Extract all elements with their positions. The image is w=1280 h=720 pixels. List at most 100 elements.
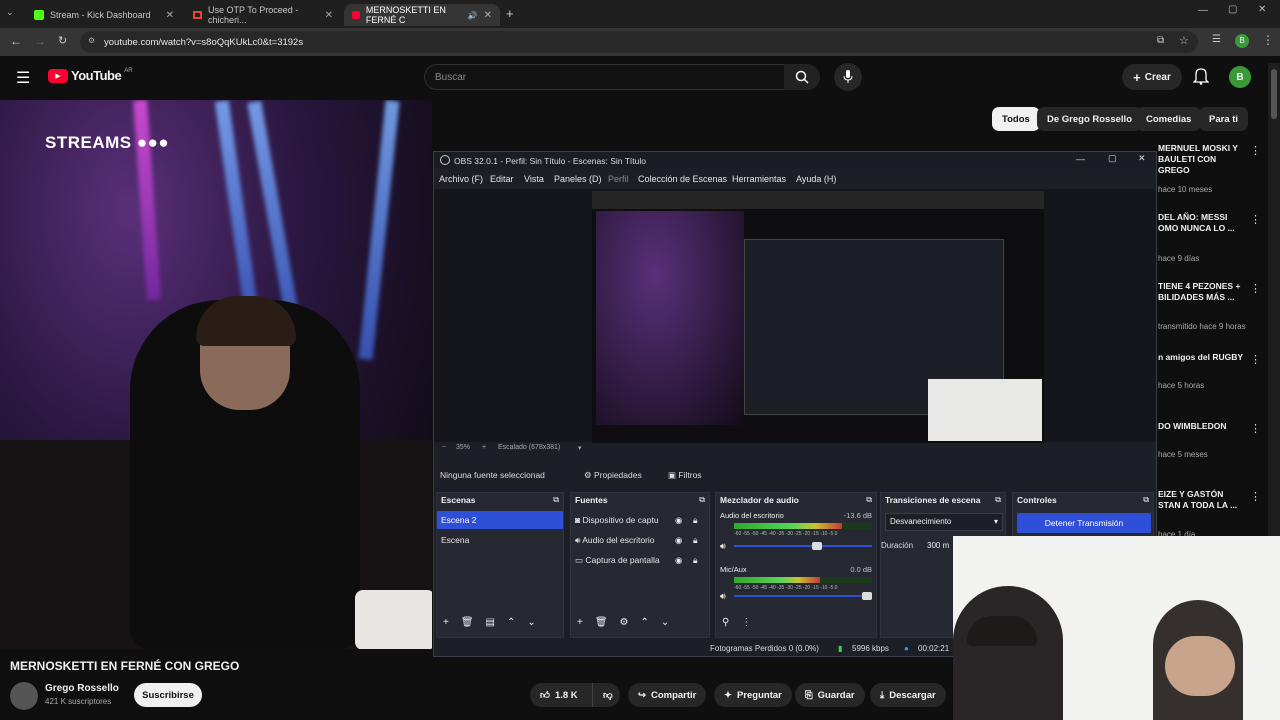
more-icon[interactable]: ⋮ [1250,422,1261,435]
menu-ayuda[interactable]: Ayuda (H) [796,174,836,184]
close-tab-icon[interactable]: ✕ [484,10,492,21]
site-info-icon[interactable]: ⚙ [88,36,95,45]
gear-icon[interactable]: ⚙ [620,617,629,628]
menu-archivo[interactable]: Archivo (F) [439,174,483,184]
filter-icon[interactable]: ▤ [486,617,495,628]
filters-button[interactable]: ▣ Filtros [668,470,702,481]
reload-icon[interactable]: ↻ [58,34,67,47]
rec-title[interactable]: DEL AÑO: MESSI OMO NUNCA LO ... [1158,212,1248,234]
more-icon[interactable]: ⋮ [1250,282,1261,295]
eye-icon[interactable]: ◉ [675,531,682,549]
obs-title-bar[interactable]: OBS 32.0.1 - Perfil: Sin Título - Escena… [434,152,1156,169]
undock-icon[interactable]: ⧉ [866,495,872,505]
tab-kick[interactable]: Stream - Kick Dashboard ✕ [26,4,182,26]
source-item[interactable]: ◙ Dispositivo de captu ◉ 🔒︎ [571,511,709,529]
lock-icon[interactable]: 🔒︎ [693,531,698,549]
source-item[interactable]: ▭ Captura de pantalla ◉ 🔒︎ [571,551,709,569]
profile-icon[interactable]: B [1235,34,1249,48]
menu-vista[interactable]: Vista [524,174,544,184]
menu-herramientas[interactable]: Herramientas [732,174,786,184]
install-app-icon[interactable]: ⧉ [1157,35,1164,46]
zoom-out-icon[interactable]: − [442,444,446,451]
url-bar[interactable]: ⚙ youtube.com/watch?v=s8oQqKUkLc0&t=3192… [80,31,1198,53]
voice-search-button[interactable] [834,63,862,91]
channel-name[interactable]: Grego Rossello [45,683,119,694]
menu-perfil[interactable]: Perfil [608,174,629,184]
source-item[interactable]: 🔊︎ Audio del escritorio ◉ 🔒︎ [571,531,709,549]
dislike-button[interactable]: 👎︎ [592,683,620,707]
share-button[interactable]: ↪ Compartir [628,683,707,707]
rec-title[interactable]: n amigos del RUGBY [1158,352,1248,363]
minimize-window-icon[interactable]: — [1198,5,1208,16]
more-icon[interactable]: ⋮ [1250,213,1261,226]
speaker-icon[interactable]: 🔊︎ [720,541,726,552]
scale-dropdown-icon[interactable]: ▾ [578,444,582,452]
chip-para-ti[interactable]: Para ti [1199,107,1249,131]
obs-minimize-icon[interactable]: — [1076,154,1085,164]
close-tab-icon[interactable]: ✕ [166,10,174,21]
rec-title[interactable]: MERNUEL MOSKI Y BAULETI CON GREGO [1158,143,1248,176]
down-icon[interactable]: ⌄ [661,617,669,628]
lock-icon[interactable]: 🔒︎ [693,551,698,569]
menu-paneles[interactable]: Paneles (D) [554,174,602,184]
tab-list-icon[interactable]: ⌄ [6,7,20,21]
transition-select[interactable]: Desvanecimiento ▾ [885,513,1003,531]
undock-icon[interactable]: ⧉ [553,495,559,505]
scene-item[interactable]: Escena 2 [437,511,563,529]
rec-title[interactable]: TIENE 4 PEZONES + BILIDADES MÁS ... [1158,281,1248,303]
lock-icon[interactable]: 🔒︎ [693,511,698,529]
back-icon[interactable]: ← [10,34,22,48]
video-player[interactable] [0,100,432,649]
undock-icon[interactable]: ⧉ [1143,495,1149,505]
subscribe-button[interactable]: Suscribirse [134,683,202,707]
undock-icon[interactable]: ⧉ [699,495,705,505]
save-button[interactable]: ⎘ Guardar [795,683,865,707]
maximize-window-icon[interactable]: ▢ [1228,4,1237,15]
browser-menu-icon[interactable]: ⋮ [1262,33,1274,47]
obs-close-icon[interactable]: ✕ [1138,153,1146,164]
more-icon[interactable]: ⋮ [1250,353,1261,366]
obs-preview[interactable] [434,189,1156,443]
tab-youtube[interactable]: MERNOSKETTI EN FERNÉ C 🔊 ✕ [344,4,500,26]
add-icon[interactable]: + [577,617,583,628]
search-input[interactable]: Buscar [424,64,820,90]
down-icon[interactable]: ⌄ [527,617,535,628]
new-tab-button[interactable]: + [506,6,514,21]
trash-icon[interactable]: 🗑︎ [595,617,608,628]
tab-gmail[interactable]: Use OTP To Proceed - chicheri... ✕ [185,4,341,26]
obs-maximize-icon[interactable]: ▢ [1108,153,1117,164]
link-icon[interactable]: ⚲ [722,617,729,628]
stop-stream-button[interactable]: Detener Transmisión [1017,513,1151,533]
properties-button[interactable]: ⚙ Propiedades [584,470,642,481]
eye-icon[interactable]: ◉ [675,511,682,529]
menu-editar[interactable]: Editar [490,174,514,184]
create-button[interactable]: + Crear [1122,64,1182,90]
volume-slider[interactable] [734,542,872,550]
hamburger-menu-icon[interactable]: ☰ [16,68,30,88]
speaker-icon[interactable]: 🔊︎ [720,591,726,602]
user-avatar[interactable]: B [1229,66,1251,88]
more-icon[interactable]: ⋮ [1250,490,1261,503]
like-button[interactable]: 👍︎ 1.8 K [530,683,592,707]
forward-icon[interactable]: → [34,34,46,48]
chip-comedias[interactable]: Comedias [1136,107,1202,131]
more-icon[interactable]: ⋮ [1250,144,1261,157]
youtube-logo[interactable]: ▶ YouTube AR [48,68,133,83]
menu-coleccion[interactable]: Colección de Escenas [638,174,727,184]
bookmark-star-icon[interactable]: ☆ [1179,34,1189,47]
ask-button[interactable]: ✦ Preguntar [714,683,792,707]
zoom-in-icon[interactable]: + [482,444,486,451]
volume-slider[interactable] [734,592,872,600]
up-icon[interactable]: ⌃ [641,617,649,628]
rec-title[interactable]: EIZE Y GASTÓN STAN A TODA LA ... [1158,489,1248,511]
more-icon[interactable]: ⋮ [741,617,751,628]
close-tab-icon[interactable]: ✕ [325,10,333,21]
close-window-icon[interactable]: ✕ [1258,4,1266,15]
volume-handle[interactable] [862,592,872,600]
reading-list-icon[interactable]: ☰ [1212,34,1221,45]
eye-icon[interactable]: ◉ [675,551,682,569]
chip-grego[interactable]: De Grego Rossello [1037,107,1142,131]
undock-icon[interactable]: ⧉ [995,495,1001,505]
volume-handle[interactable] [812,542,822,550]
download-button[interactable]: ⤓ Descargar [870,683,946,707]
